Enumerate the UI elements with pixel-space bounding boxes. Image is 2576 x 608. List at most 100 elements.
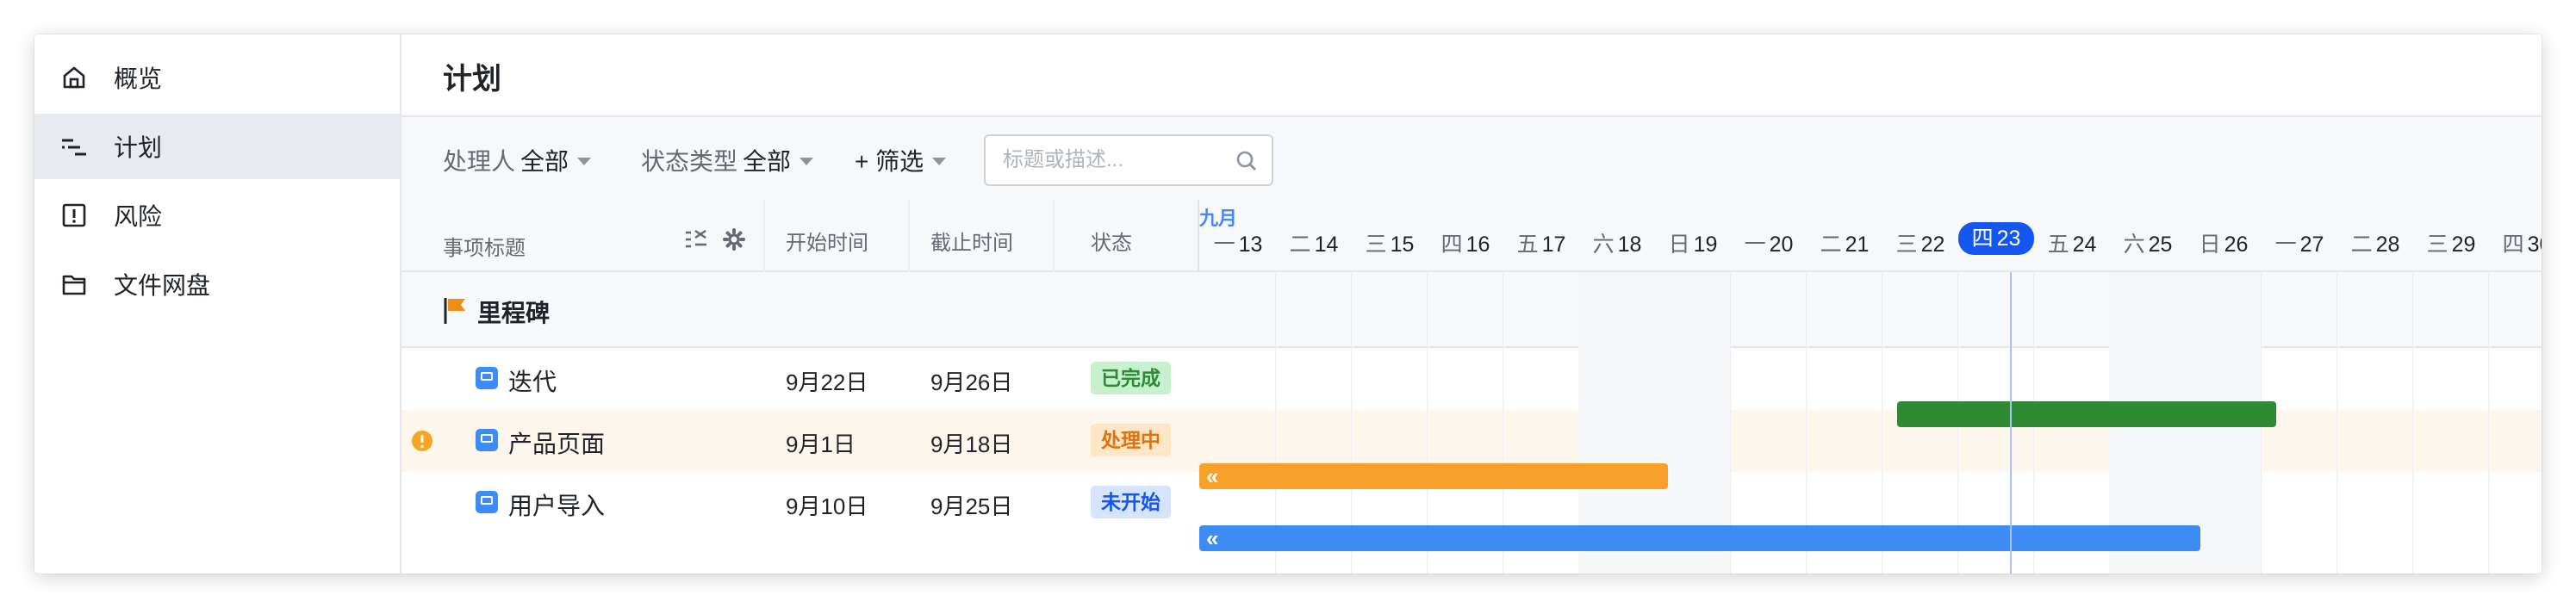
chevron-down-icon bbox=[577, 157, 592, 165]
status-badge[interactable]: 处理中 bbox=[1091, 424, 1171, 456]
day-number: 27 bbox=[2299, 233, 2324, 257]
sidebar-item-files[interactable]: 文件网盘 bbox=[34, 251, 400, 317]
day-header: 四30 bbox=[2489, 227, 2542, 258]
risk-icon bbox=[59, 200, 90, 231]
today-marker-line bbox=[2010, 272, 2012, 574]
column-header-start: 开始时间 bbox=[786, 232, 868, 255]
collapse-expand-icon[interactable] bbox=[684, 227, 708, 251]
weekday-label: 六 bbox=[2123, 233, 2145, 257]
weekday-label: 日 bbox=[1668, 233, 1690, 257]
day-header: 三 15 bbox=[1352, 227, 1428, 258]
task-start-date: 9月22日 bbox=[786, 369, 868, 395]
day-number: 26 bbox=[2224, 233, 2249, 257]
day-header: 四 16 bbox=[1428, 227, 1503, 258]
gantt-bar-iteration[interactable] bbox=[1897, 401, 2276, 427]
filter-toolbar: 处理人 全部 状态类型 全部 + 筛选 bbox=[401, 117, 2542, 200]
day-header: 二 28 bbox=[2337, 227, 2413, 258]
day-header: 日 26 bbox=[2186, 227, 2262, 258]
day-number: 15 bbox=[1390, 233, 1415, 257]
day-header: 五 17 bbox=[1503, 227, 1579, 258]
status-badge[interactable]: 已完成 bbox=[1091, 362, 1171, 394]
day-header: 六 25 bbox=[2110, 227, 2186, 258]
sidebar-item-label: 概览 bbox=[114, 65, 163, 92]
day-header: 三 29 bbox=[2413, 227, 2489, 258]
assignee-filter[interactable]: 处理人 全部 bbox=[443, 143, 592, 177]
sidebar-item-label: 计划 bbox=[114, 134, 163, 161]
status-type-filter-value: 全部 bbox=[743, 148, 792, 175]
add-filter-button[interactable]: + 筛选 bbox=[855, 143, 947, 177]
main-panel: 计划 处理人 全部 状态类型 全部 + 筛选 标题或描述... 事项标题 开始时… bbox=[401, 34, 2542, 574]
chevron-left-double-icon: « bbox=[1206, 463, 1219, 489]
column-header-status: 状态 bbox=[1091, 232, 1132, 255]
search-box[interactable] bbox=[984, 134, 1273, 186]
day-number: 20 bbox=[1769, 233, 1794, 257]
day-number: 14 bbox=[1314, 233, 1339, 257]
task-name[interactable]: 用户导入 bbox=[508, 487, 605, 522]
task-start-date: 9月10日 bbox=[786, 493, 868, 519]
gantt-bar-user-import[interactable]: « bbox=[1199, 525, 2200, 551]
search-input[interactable] bbox=[1003, 146, 1227, 174]
sidebar-item-plan[interactable]: 计划 bbox=[34, 114, 400, 179]
day-header: 日 19 bbox=[1655, 227, 1731, 258]
day-number: 21 bbox=[1845, 233, 1870, 257]
weekday-label: 三 bbox=[1895, 233, 1918, 257]
chevron-left-double-icon: « bbox=[1206, 525, 1219, 551]
status-type-filter[interactable]: 状态类型 全部 bbox=[641, 143, 814, 177]
day-number: 22 bbox=[1920, 233, 1945, 257]
weekday-label: 六 bbox=[1592, 233, 1615, 257]
timeline-gridline bbox=[2412, 272, 2413, 574]
column-divider bbox=[763, 200, 765, 272]
day-header: 六 18 bbox=[1579, 227, 1655, 258]
sidebar-item-overview[interactable]: 概览 bbox=[34, 45, 400, 110]
day-header: 五 24 bbox=[2034, 227, 2110, 258]
page-title: 计划 bbox=[443, 63, 501, 96]
weekday-label: 五 bbox=[1516, 233, 1539, 257]
sidebar-item-risk[interactable]: 风险 bbox=[34, 183, 400, 248]
weekday-label: 四 bbox=[1440, 233, 1463, 257]
settings-gear-icon[interactable] bbox=[722, 227, 746, 251]
sidebar: 概览 计划 风险 文件网盘 bbox=[34, 34, 401, 574]
column-header-end: 截止时间 bbox=[930, 232, 1013, 255]
day-number: 29 bbox=[2451, 233, 2476, 257]
task-name[interactable]: 迭代 bbox=[508, 363, 557, 398]
weekday-label: 二 bbox=[1820, 233, 1842, 257]
assignee-filter-value: 全部 bbox=[520, 148, 569, 175]
status-badge[interactable]: 未开始 bbox=[1091, 486, 1171, 518]
day-number: 25 bbox=[2148, 233, 2173, 257]
home-icon bbox=[59, 62, 90, 93]
weekday-label: 二 bbox=[2350, 233, 2373, 257]
day-header: 一 20 bbox=[1731, 227, 1807, 258]
milestone-label: 里程碑 bbox=[477, 300, 551, 326]
task-type-icon bbox=[476, 367, 498, 389]
day-header: 二 14 bbox=[1276, 227, 1352, 258]
weekday-label: 二 bbox=[1289, 233, 1311, 257]
day-number: 24 bbox=[2072, 233, 2097, 257]
day-number: 30 bbox=[2527, 233, 2542, 257]
day-header: 四 23 bbox=[1958, 222, 2034, 255]
day-number: 18 bbox=[1617, 233, 1642, 257]
sidebar-item-label: 文件网盘 bbox=[114, 272, 211, 299]
day-number: 13 bbox=[1238, 233, 1263, 257]
sidebar-item-label: 风险 bbox=[114, 203, 163, 230]
weekday-label: 一 bbox=[1213, 233, 1235, 257]
task-start-date: 9月1日 bbox=[786, 431, 856, 457]
day-header: 二 21 bbox=[1807, 227, 1882, 258]
task-name[interactable]: 产品页面 bbox=[508, 425, 605, 460]
warning-icon bbox=[412, 431, 432, 451]
day-number: 19 bbox=[1693, 233, 1718, 257]
title-bar: 计划 bbox=[401, 34, 2542, 117]
gantt-timeline[interactable]: 九月 一 13 二 14 三 15 四 16 五 17 六 18 日 19 一 20 二 21 三 22 四 23 五 24 六… bbox=[1199, 200, 2542, 574]
status-type-filter-label: 状态类型 bbox=[641, 148, 738, 175]
timeline-gridline bbox=[2336, 272, 2337, 574]
task-end-date: 9月25日 bbox=[930, 493, 1013, 519]
weekday-label: 日 bbox=[2199, 233, 2221, 257]
plan-icon bbox=[59, 131, 90, 162]
gantt-bar-product-page[interactable]: « bbox=[1199, 463, 1668, 489]
timeline-gridline bbox=[2488, 272, 2489, 574]
weekday-label: 一 bbox=[1744, 233, 1766, 257]
weekday-label: 四 bbox=[2502, 233, 2524, 257]
day-number: 23 bbox=[1996, 226, 2021, 251]
weekday-label: 一 bbox=[2274, 233, 2297, 257]
search-icon[interactable] bbox=[1234, 148, 1260, 174]
weekday-label: 五 bbox=[2047, 233, 2069, 257]
